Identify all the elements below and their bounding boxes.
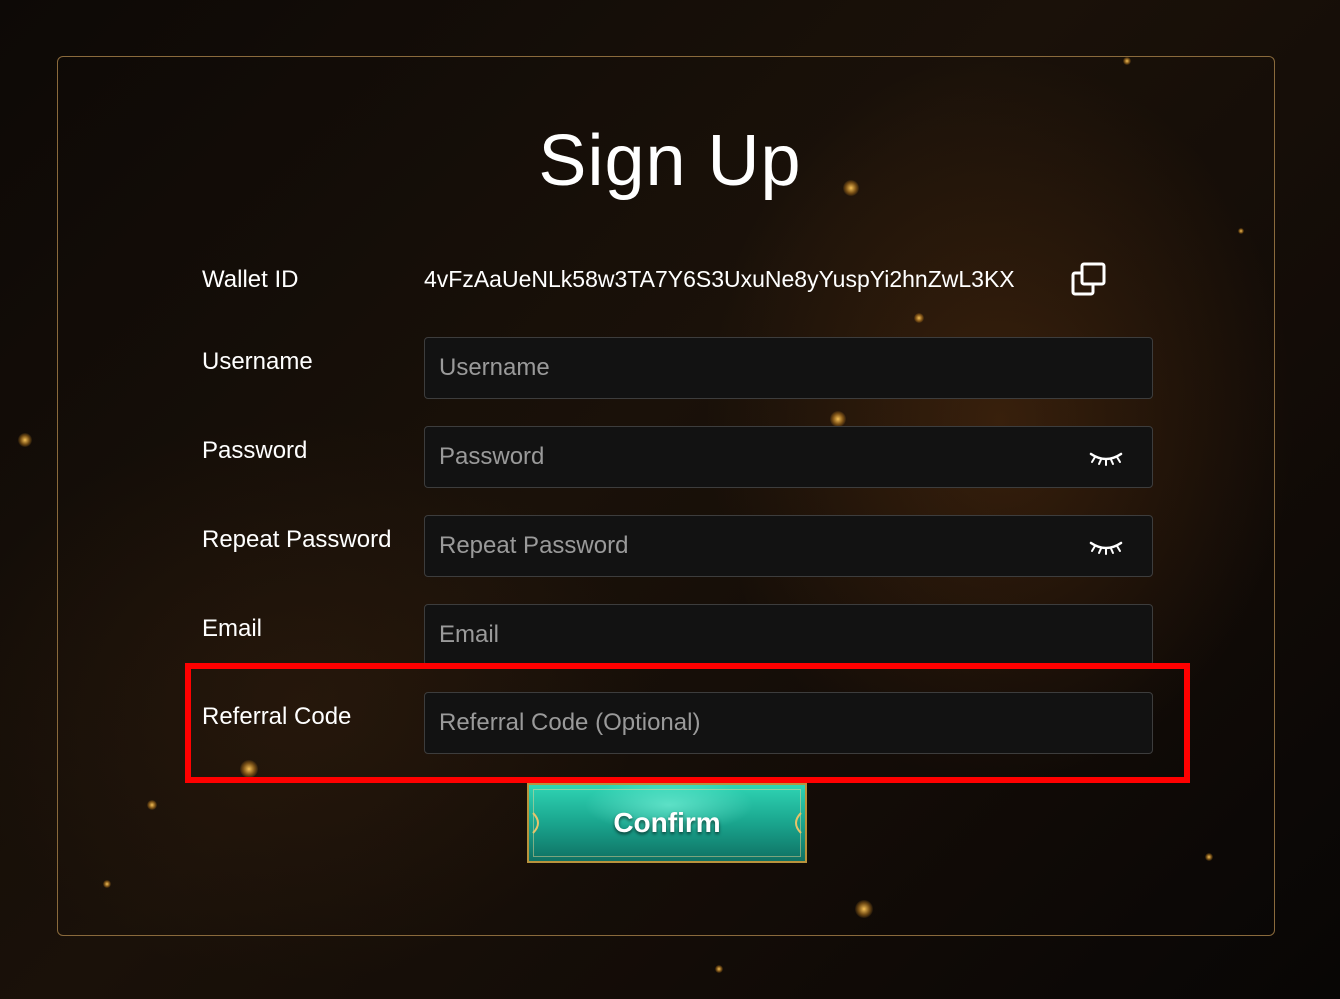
referral-code-input[interactable]	[425, 693, 1152, 753]
eye-closed-icon[interactable]	[1088, 447, 1124, 467]
username-field	[424, 337, 1153, 399]
background-sparkle	[18, 433, 32, 447]
page-title: Sign Up	[538, 121, 802, 201]
referral-code-field	[424, 692, 1153, 754]
confirm-button-label: Confirm	[613, 807, 721, 838]
eye-closed-icon[interactable]	[1088, 536, 1124, 556]
email-input[interactable]	[425, 605, 1152, 665]
wallet-id-value: 4vFzAaUeNLk58w3TA7Y6S3UxuNe8yYuspYi2hnZw…	[424, 266, 1015, 292]
email-field	[424, 604, 1153, 666]
repeat-password-field	[424, 515, 1153, 577]
referral-code-label: Referral Code	[202, 703, 352, 730]
password-field	[424, 426, 1153, 488]
username-label: Username	[202, 348, 313, 375]
email-label: Email	[202, 615, 263, 642]
wallet-id-label: Wallet ID	[202, 266, 299, 293]
repeat-password-label: Repeat Password	[202, 526, 392, 553]
username-input[interactable]	[425, 338, 1152, 398]
copy-icon[interactable]	[1071, 262, 1107, 296]
password-label: Password	[202, 437, 308, 464]
confirm-button[interactable]: Confirm	[527, 783, 807, 863]
background-sparkle	[715, 965, 723, 973]
signup-screen: Sign Up Wallet ID 4vFzAaUeNLk58w3TA7Y6S3…	[0, 0, 1340, 999]
repeat-password-input[interactable]	[425, 516, 1152, 576]
password-input[interactable]	[425, 427, 1152, 487]
